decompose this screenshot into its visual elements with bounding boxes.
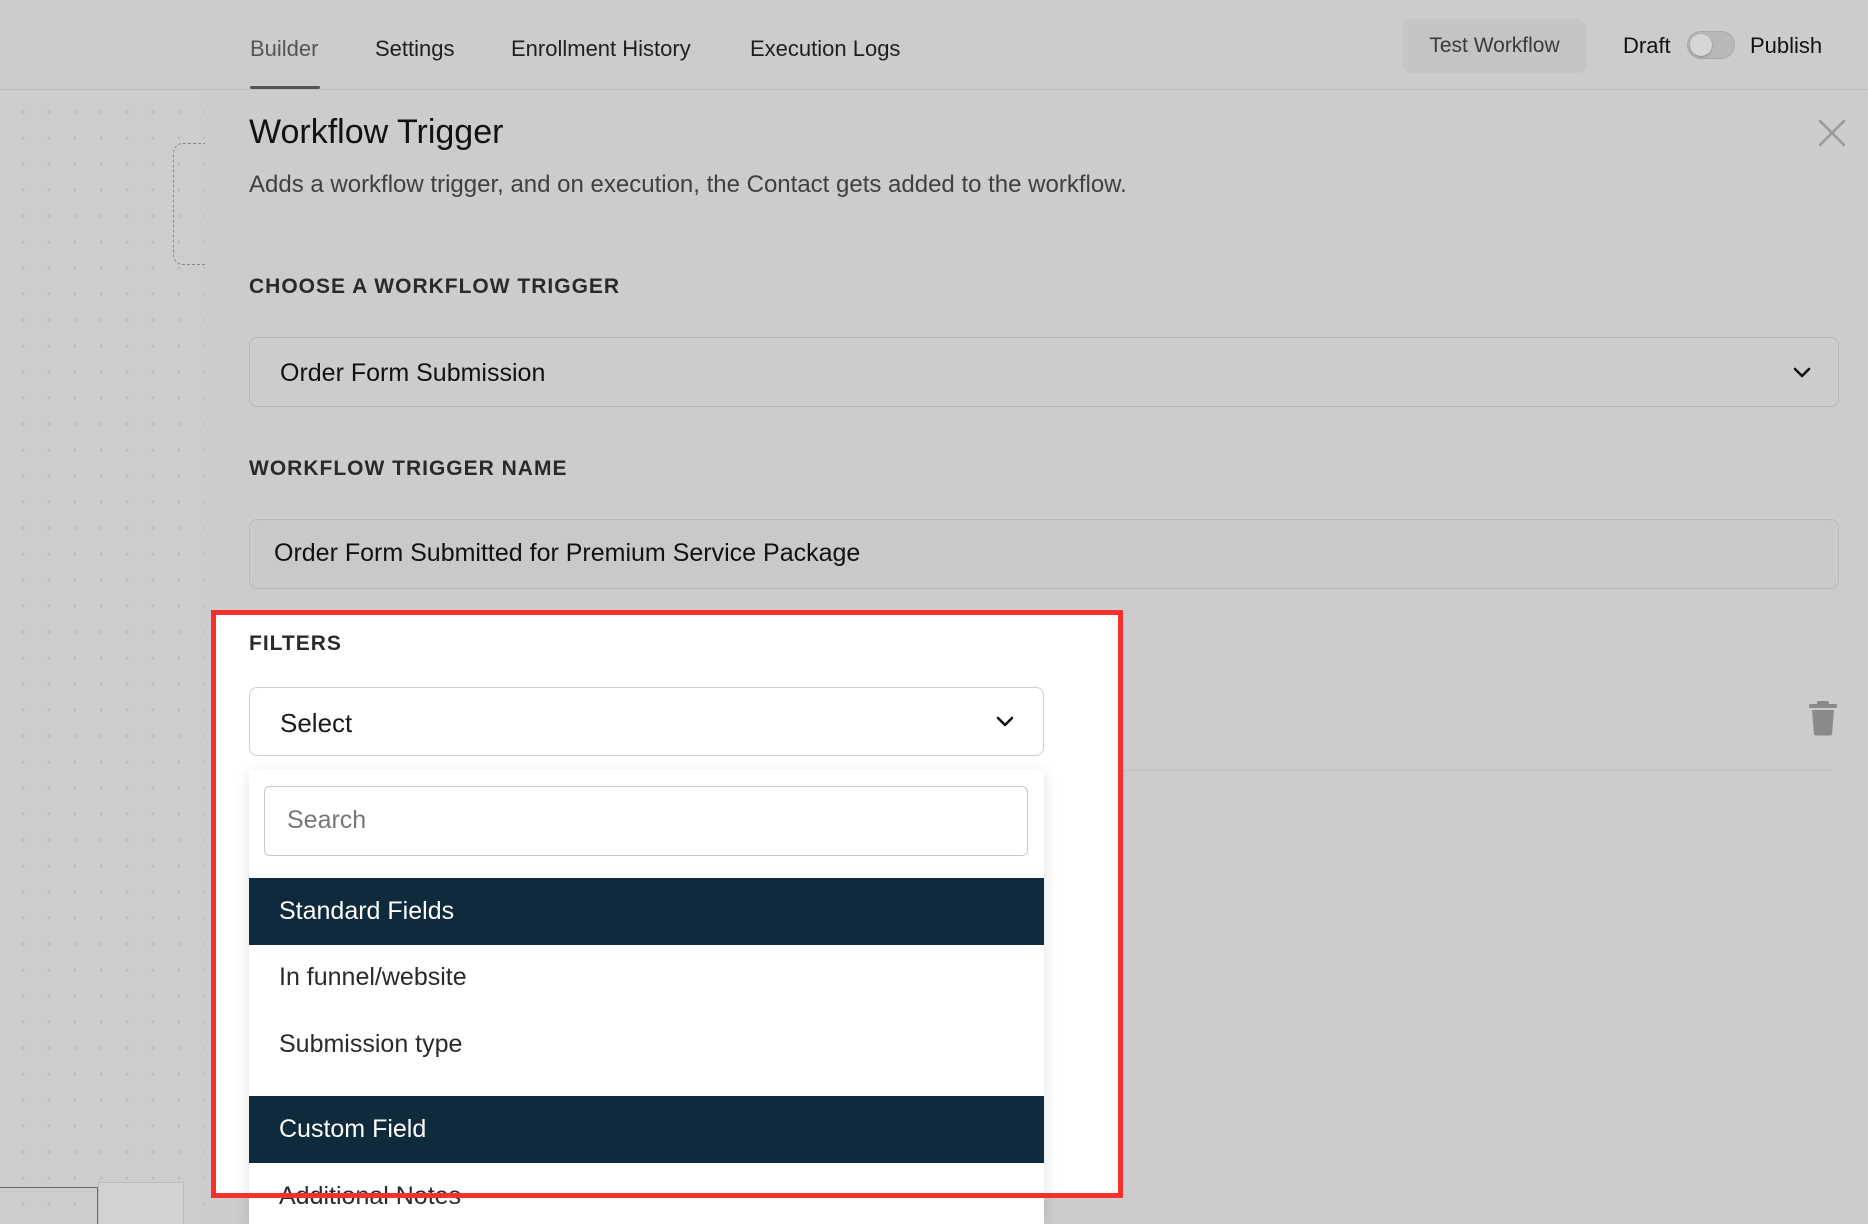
- filter-dropdown-menu: Standard Fields In funnel/website Submis…: [249, 770, 1044, 1224]
- group-label: Custom Field: [279, 1115, 427, 1143]
- trash-icon[interactable]: [1808, 700, 1838, 736]
- tab-builder[interactable]: Builder: [250, 36, 318, 62]
- toggle-knob: [1690, 34, 1712, 56]
- filter-select-value: Select: [280, 708, 353, 738]
- group-custom-field: Custom Field: [249, 1096, 1044, 1163]
- filters-label: FILTERS: [249, 632, 342, 655]
- option-in-funnel-website[interactable]: In funnel/website: [249, 947, 1044, 1009]
- chevron-down-icon: [1793, 367, 1811, 378]
- publish-toggle[interactable]: [1687, 31, 1735, 59]
- tab-execution-logs[interactable]: Execution Logs: [750, 36, 900, 62]
- publish-label: Publish: [1750, 33, 1823, 58]
- filter-field-select[interactable]: Select: [249, 687, 1044, 756]
- group-standard-fields: Standard Fields: [249, 878, 1044, 945]
- drawer-subtitle: Adds a workflow trigger, and on executio…: [249, 171, 1127, 198]
- dropdown-search-input[interactable]: [287, 787, 1007, 854]
- option-submission-type[interactable]: Submission type: [249, 1014, 1044, 1076]
- close-icon[interactable]: [1815, 116, 1849, 150]
- trigger-type-select[interactable]: Order Form Submission: [249, 337, 1839, 407]
- tab-settings[interactable]: Settings: [375, 36, 455, 62]
- option-label: In funnel/website: [279, 963, 467, 991]
- dropdown-search-box[interactable]: [264, 786, 1028, 856]
- canvas-zoom-panel: [98, 1182, 184, 1224]
- draft-label: Draft: [1623, 33, 1671, 58]
- group-label: Standard Fields: [279, 897, 455, 925]
- option-additional-notes[interactable]: Additional Notes: [249, 1166, 1044, 1224]
- option-label: Submission type: [279, 1030, 463, 1058]
- trigger-section-label: CHOOSE A WORKFLOW TRIGGER: [249, 275, 621, 298]
- filter-row-divider: [1121, 770, 1834, 771]
- tab-enrollment-history[interactable]: Enrollment History: [511, 36, 691, 62]
- trigger-type-value: Order Form Submission: [280, 359, 546, 387]
- chevron-down-icon: [996, 716, 1014, 727]
- trigger-name-field[interactable]: [249, 519, 1839, 589]
- test-workflow-button[interactable]: Test Workflow: [1403, 19, 1586, 73]
- active-tab-indicator: [250, 86, 320, 89]
- drawer-title: Workflow Trigger: [249, 113, 504, 151]
- trigger-name-input[interactable]: [274, 520, 1814, 587]
- trigger-name-label: WORKFLOW TRIGGER NAME: [249, 457, 568, 480]
- top-navigation-bar: Builder Settings Enrollment History Exec…: [0, 0, 1868, 90]
- option-label: Additional Notes: [279, 1182, 462, 1210]
- canvas-minimap: [0, 1187, 98, 1224]
